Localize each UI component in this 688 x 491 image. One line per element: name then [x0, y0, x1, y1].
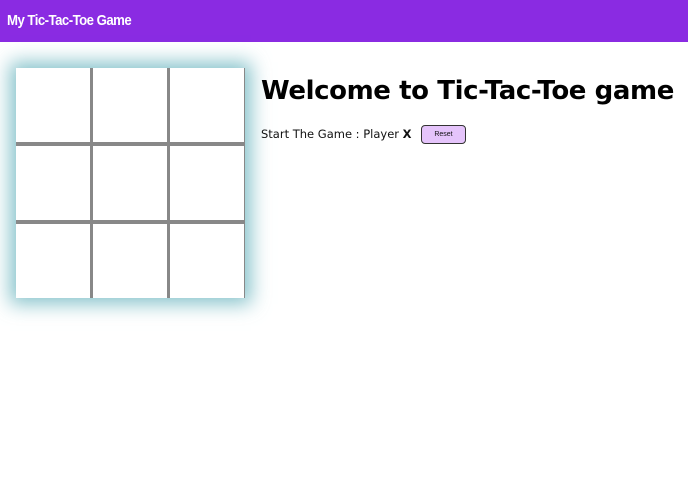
- board-cell-4[interactable]: [16, 146, 90, 220]
- turn-status-label: Start The Game : Player: [261, 127, 399, 141]
- navbar: My Tic-Tac-Toe Game: [0, 0, 688, 42]
- board-cell-8[interactable]: [93, 224, 167, 298]
- board-cell-9[interactable]: [170, 224, 244, 298]
- reset-button[interactable]: Reset: [421, 125, 466, 144]
- current-player: X: [402, 127, 412, 141]
- board-cell-2[interactable]: [93, 68, 167, 142]
- board-cell-1[interactable]: [16, 68, 90, 142]
- page-heading: Welcome to Tic-Tac-Toe game: [261, 76, 674, 106]
- board-cell-5[interactable]: [93, 146, 167, 220]
- board-cell-6[interactable]: [170, 146, 244, 220]
- board-cell-3[interactable]: [170, 68, 244, 142]
- turn-status: Start The Game : Player X: [261, 127, 412, 141]
- game-board: [16, 68, 245, 298]
- board-cell-7[interactable]: [16, 224, 90, 298]
- app-title: My Tic-Tac-Toe Game: [7, 12, 132, 29]
